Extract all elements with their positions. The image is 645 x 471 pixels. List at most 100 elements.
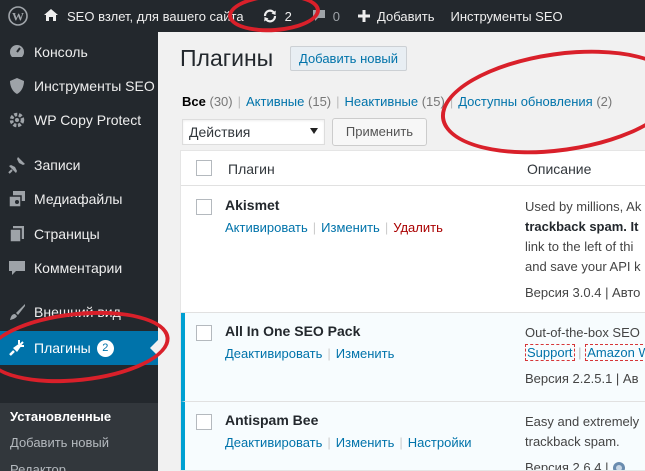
add-new-label: Добавить [377, 8, 435, 24]
sidebar-item-label: Консоль [34, 44, 88, 60]
sidebar-item-label: Комментарии [34, 260, 123, 276]
table-row: All In One SEO Pack Деактивировать | Измен… [181, 313, 645, 402]
filter-all-label: Все [182, 94, 206, 109]
updates-link[interactable]: 2 [255, 0, 299, 32]
comments-link[interactable]: 0 [305, 0, 347, 32]
desc-line: trackback spam. [525, 434, 620, 449]
site-name: SEO взлет, для вашего сайта [67, 8, 244, 24]
desc-line: and save your API k [525, 259, 641, 274]
plugin-description: Used by millions, Ak trackback spam. It … [525, 197, 645, 303]
delete-link[interactable]: Удалить [393, 220, 443, 235]
sidebar-item-comments[interactable]: Комментарии [0, 251, 158, 285]
plugin-description: Easy and extremely trackback spam. Верси… [525, 412, 645, 471]
plugin-version: Версия 3.0.4 | Авто [525, 285, 641, 300]
plugin-version: Версия 2.2.5.1 | Ав [525, 371, 639, 386]
support-link[interactable]: Support [525, 344, 575, 361]
column-plugin[interactable]: Плагин [228, 161, 275, 177]
sidebar-item-media[interactable]: Медиафайлы [0, 182, 158, 216]
edit-link[interactable]: Изменить [321, 220, 380, 235]
settings-link[interactable]: Настройки [408, 435, 472, 450]
author-avatar-icon [612, 461, 626, 470]
filter-active-count: (15) [308, 94, 332, 109]
plugin-description: Out-of-the-box SEO Support | Amazon W Ве… [525, 323, 645, 389]
pin-icon [0, 156, 34, 174]
shield-icon [0, 77, 34, 95]
home-icon [43, 8, 59, 25]
sidebar-item-appearance[interactable]: Внешний вид [0, 295, 158, 329]
seo-tools-label: Инструменты SEO [450, 8, 563, 24]
select-all-checkbox[interactable] [196, 160, 212, 176]
current-menu-arrow [150, 340, 158, 356]
desc-line: Used by millions, Ak [525, 199, 642, 214]
comments-count: 0 [332, 8, 341, 24]
sidebar-item-label: WP Copy Protect [34, 112, 142, 128]
submenu-add-new[interactable]: Добавить новый [10, 435, 109, 450]
row-actions: Деактивировать | Изменить | Настройки [225, 435, 472, 450]
edit-link[interactable]: Изменить [336, 435, 395, 450]
site-name-link[interactable]: SEO взлет, для вашего сайта [36, 0, 251, 32]
row-checkbox[interactable] [196, 325, 212, 341]
table-row: Akismet Активировать | Изменить | Удалить Us… [181, 187, 645, 313]
wordpress-logo-icon[interactable]: W [0, 0, 36, 32]
pages-icon [0, 225, 34, 243]
svg-text:W: W [12, 10, 24, 24]
row-actions: Деактивировать | Изменить [225, 346, 395, 361]
plug-icon [0, 339, 34, 357]
bulk-actions-value: Действия [189, 124, 251, 140]
add-new-menu[interactable]: Добавить [351, 0, 441, 32]
dashboard-icon [0, 43, 34, 61]
bulk-actions-select[interactable]: Действия [182, 119, 325, 145]
plugin-name: Antispam Bee [225, 412, 319, 428]
filter-active[interactable]: Активные (15) [246, 94, 331, 109]
admin-sidebar: Консоль Инструменты SEO WP Copy Protect … [0, 32, 158, 471]
filter-all-count: (30) [209, 94, 233, 109]
filter-inactive-count: (15) [421, 94, 445, 109]
sidebar-item-label: Медиафайлы [34, 191, 123, 207]
filter-update-available[interactable]: Доступны обновления (2) [458, 94, 612, 109]
updates-count: 2 [284, 8, 292, 24]
table-row: Antispam Bee Деактивировать | Изменить | Нас… [181, 402, 645, 471]
sidebar-item-label: Инструменты SEO [34, 78, 155, 94]
plugin-version: Версия 2.6.4 | [525, 460, 609, 471]
filter-all[interactable]: Все (30) [182, 94, 233, 109]
sidebar-item-pages[interactable]: Страницы [0, 217, 158, 251]
sidebar-item-posts[interactable]: Записи [0, 148, 158, 182]
add-new-plugin-button[interactable]: Добавить новый [290, 46, 407, 71]
filter-inactive-label: Неактивные [344, 94, 419, 109]
brush-icon [0, 303, 34, 321]
chevron-down-icon [310, 128, 318, 134]
comment-icon [0, 259, 34, 277]
amazon-link[interactable]: Amazon W [585, 344, 645, 361]
deactivate-link[interactable]: Деактивировать [225, 435, 322, 450]
media-icon [0, 190, 34, 208]
row-checkbox[interactable] [196, 199, 212, 215]
plus-icon [358, 10, 371, 22]
submenu-installed[interactable]: Установленные [10, 409, 111, 424]
seo-tools-menu[interactable]: Инструменты SEO [443, 0, 569, 32]
plugin-update-badge: 2 [96, 339, 114, 357]
filter-inactive[interactable]: Неактивные (15) [345, 94, 445, 109]
refresh-icon [262, 8, 278, 24]
sidebar-item-plugins[interactable]: Плагины 2 [0, 331, 158, 365]
main-content: Плагины Добавить новый Все (30) | Активные… [158, 32, 645, 471]
filter-active-label: Активные [246, 94, 305, 109]
sidebar-item-label: Записи [34, 157, 81, 173]
plugins-table: Плагин Описание Akismet Активировать | Изм… [180, 150, 645, 471]
row-actions: Активировать | Изменить | Удалить [225, 220, 443, 235]
sidebar-item-seo-tools[interactable]: Инструменты SEO [0, 69, 158, 103]
plugins-submenu: Установленные Добавить новый Редактор [0, 403, 158, 471]
submenu-editor[interactable]: Редактор [10, 462, 66, 471]
edit-link[interactable]: Изменить [336, 346, 395, 361]
deactivate-link[interactable]: Деактивировать [225, 346, 322, 361]
gear-icon [0, 111, 34, 129]
sidebar-item-wp-copy-protect[interactable]: WP Copy Protect [0, 103, 158, 137]
apply-button[interactable]: Применить [332, 118, 427, 146]
plugin-status-filters: Все (30) | Активные (15) | Неактивные (15) | Д… [182, 94, 613, 109]
sidebar-item-dashboard[interactable]: Консоль [0, 35, 158, 69]
activate-link[interactable]: Активировать [225, 220, 308, 235]
column-description: Описание [527, 161, 592, 177]
table-header: Плагин Описание [181, 151, 645, 186]
page-title: Плагины [180, 45, 274, 71]
row-checkbox[interactable] [196, 414, 212, 430]
sidebar-item-label: Внешний вид [34, 304, 121, 320]
